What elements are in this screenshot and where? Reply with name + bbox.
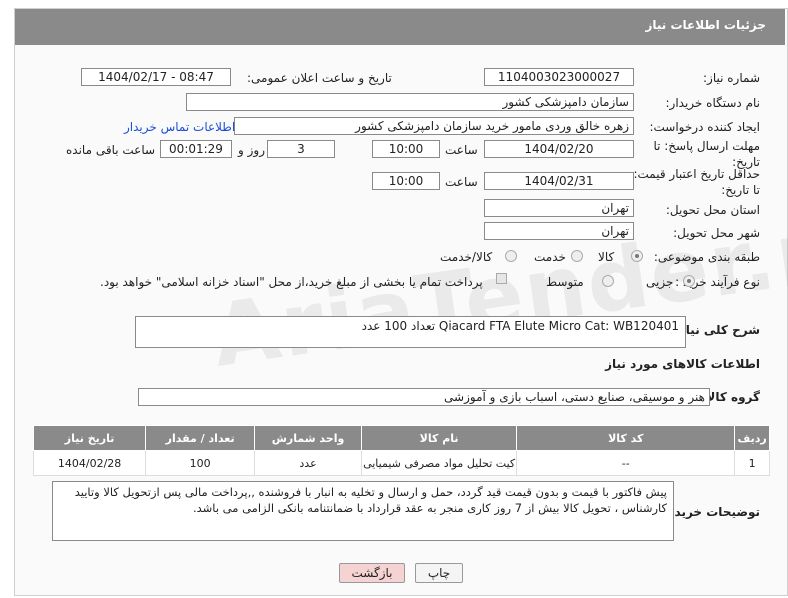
announce-datetime-field: 1404/02/17 - 08:47 bbox=[81, 68, 231, 86]
need-number-field: 1104003023000027 bbox=[484, 68, 634, 86]
buyer-contact-link[interactable]: اطلاعات تماس خریدار bbox=[124, 120, 235, 134]
general-desc-label: شرح کلی نیاز: bbox=[674, 323, 760, 337]
col-need-date: تاریخ نیاز bbox=[32, 425, 147, 451]
time-remaining-label: ساعت باقی مانده bbox=[66, 143, 156, 157]
reply-date-field: 1404/02/20 bbox=[484, 140, 634, 158]
items-table-grid: تاریخ نیاز تعداد / مقدار واحد شمارش نام … bbox=[32, 425, 770, 476]
cell-goods-name: کیت تحلیل مواد مصرفی شیمیایی bbox=[360, 450, 518, 476]
purchase-radio-minor[interactable] bbox=[683, 275, 695, 287]
validity-time-field: 10:00 bbox=[372, 172, 440, 190]
col-unit: واحد شمارش bbox=[254, 425, 362, 451]
cell-quantity: 100 bbox=[145, 450, 256, 476]
col-quantity: تعداد / مقدار bbox=[145, 425, 256, 451]
creator-label: ایجاد کننده درخواست: bbox=[649, 120, 760, 134]
remaining-time-field: 00:01:29 bbox=[160, 140, 232, 158]
payment-note: پرداخت تمام یا بخشی از مبلغ خرید،از محل … bbox=[100, 275, 483, 289]
purchase-radio-medium[interactable] bbox=[602, 275, 614, 287]
need-number-label: شماره نیاز: bbox=[703, 71, 760, 85]
category-radio-service[interactable] bbox=[571, 250, 583, 262]
category-option-goods-service: کالا/خدمت bbox=[440, 250, 493, 264]
goods-group-label: گروه کالا: bbox=[701, 390, 760, 404]
reply-time-label: ساعت bbox=[445, 143, 478, 157]
print-button[interactable]: چاپ bbox=[415, 563, 463, 583]
purchase-option-medium: متوسط bbox=[546, 275, 584, 289]
cell-unit: عدد bbox=[254, 450, 362, 476]
min-price-validity-label: حداقل تاریخ اعتبار قیمت: تا تاریخ: bbox=[633, 167, 760, 197]
col-goods-name: نام کالا bbox=[360, 425, 518, 451]
province-field: تهران bbox=[484, 199, 634, 217]
buyer-notes-field: پیش فاکتور با قیمت و بدون قیمت قید گردد،… bbox=[52, 481, 674, 541]
category-label: طبقه بندی موضوعی: bbox=[653, 250, 760, 264]
category-radio-goods-service[interactable] bbox=[505, 250, 517, 262]
col-goods-code: کد کالا bbox=[516, 425, 736, 451]
category-option-goods: کالا bbox=[598, 250, 615, 264]
page-title: جزئیات اطلاعات نیاز bbox=[645, 18, 766, 32]
announce-datetime-label: تاریخ و ساعت اعلان عمومی: bbox=[247, 71, 392, 85]
buyer-org-label: نام دستگاه خریدار: bbox=[665, 96, 761, 110]
table-row: 1404/02/28 100 عدد کیت تحلیل مواد مصرفی … bbox=[32, 450, 770, 476]
delivery-province-label: استان محل تحویل: bbox=[665, 203, 760, 217]
delivery-city-label: شهر محل تحویل: bbox=[673, 226, 760, 240]
creator-field: زهره خالق وردی مامور خرید سازمان دامپزشک… bbox=[234, 117, 634, 135]
validity-time-label: ساعت bbox=[445, 175, 478, 189]
general-desc-field: Qiacard FTA Elute Micro Cat: WB120401 تع… bbox=[135, 316, 686, 348]
goods-group-field: هنر و موسیقی، صنایع دستی، اسباب بازی و آ… bbox=[138, 388, 710, 406]
cell-need-date: 1404/02/28 bbox=[32, 450, 147, 476]
category-radio-goods[interactable] bbox=[631, 250, 643, 262]
cell-goods-code: -- bbox=[516, 450, 736, 476]
category-option-service: خدمت bbox=[534, 250, 566, 264]
day-and-label: روز و bbox=[238, 143, 265, 157]
goods-info-heading: اطلاعات کالاهای مورد نیاز bbox=[605, 357, 760, 371]
treasury-payment-checkbox[interactable] bbox=[496, 273, 507, 284]
buyer-org-field: سازمان دامپزشکی کشور bbox=[186, 93, 634, 111]
purchase-option-minor: جزیی bbox=[646, 275, 674, 289]
validity-date-field: 1404/02/31 bbox=[484, 172, 634, 190]
reply-time-field: 10:00 bbox=[372, 140, 440, 158]
city-field: تهران bbox=[484, 222, 634, 240]
days-field: 3 bbox=[267, 140, 335, 158]
back-button[interactable]: بازگشت bbox=[339, 563, 405, 583]
cell-row: 1 bbox=[734, 450, 770, 476]
col-row: ردیف bbox=[734, 425, 770, 451]
